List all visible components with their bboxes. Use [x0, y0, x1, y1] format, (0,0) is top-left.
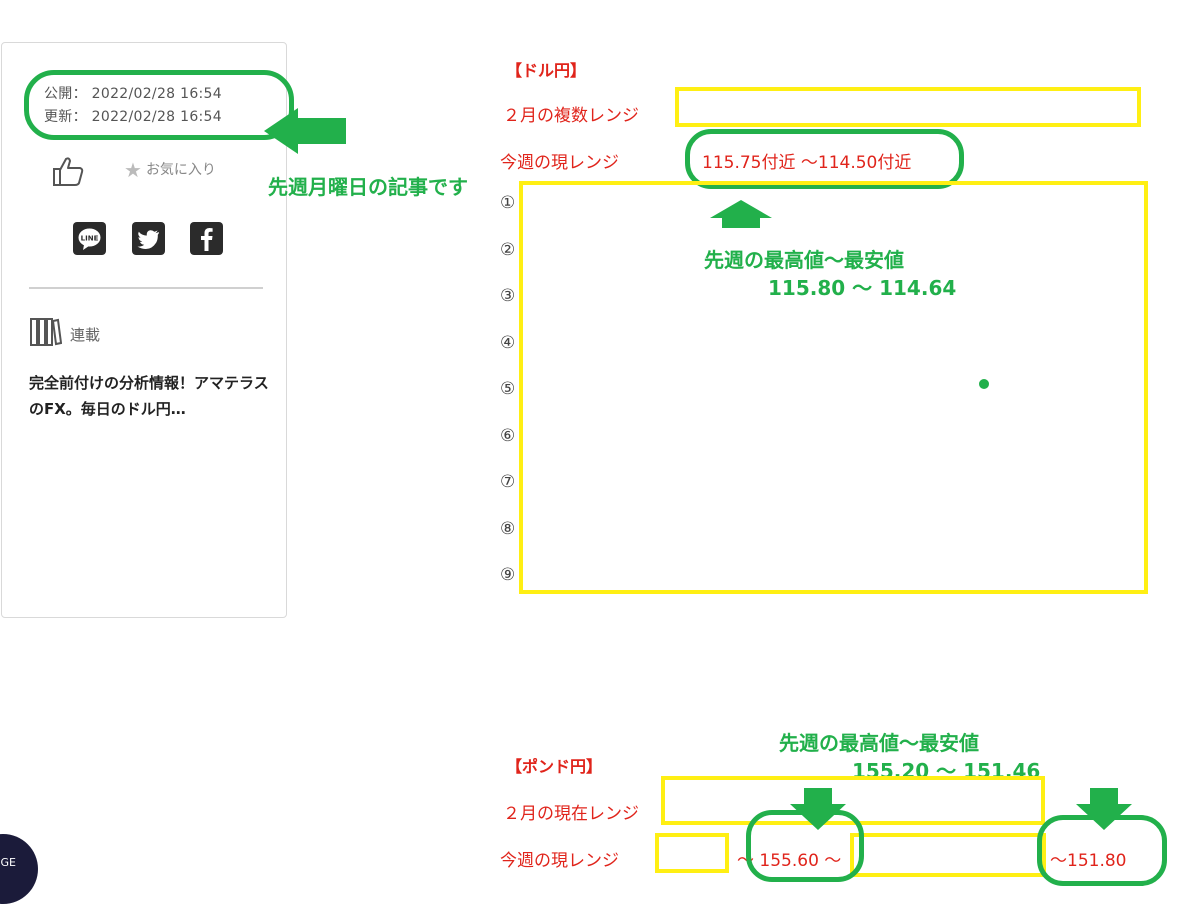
arrow-down-icon — [1076, 788, 1132, 830]
share-twitter-button[interactable] — [132, 222, 165, 255]
list-item: ⑧ — [500, 518, 516, 539]
series-label: 連載 — [70, 326, 101, 344]
divider — [29, 287, 263, 289]
like-button[interactable] — [52, 155, 86, 187]
usdjpy-week-range-ring — [685, 129, 964, 189]
gbpjpy-week-range-start-box — [655, 833, 729, 873]
page-top-button[interactable]: GE — [0, 834, 38, 904]
books-icon — [30, 318, 63, 346]
list-item: ② — [500, 239, 516, 260]
series-link[interactable] — [30, 317, 63, 347]
article-note: 先週月曜日の記事です — [268, 175, 468, 199]
list-item: ③ — [500, 286, 516, 306]
line-icon: LINE — [78, 228, 101, 250]
usdjpy-feb-range-label: ２月の複数レンジ — [503, 106, 639, 126]
usdjpy-feb-range-box — [675, 87, 1141, 127]
list-item: ⑤ — [500, 379, 516, 399]
favorite-label: お気に入り — [145, 162, 216, 178]
usdjpy-week-range-label: 今週の現レンジ — [500, 153, 619, 173]
gbpjpy-week-range-label: 今週の現レンジ — [500, 851, 619, 871]
arrow-up-icon — [710, 200, 772, 228]
list-item: ⑨ — [500, 565, 516, 585]
gbpjpy-week-range-end-box — [850, 833, 1046, 877]
gbpjpy-high-low-title: 先週の最高値〜最安値 — [779, 731, 979, 755]
list-item: ① — [500, 193, 516, 213]
usdjpy-high-low-values: 115.80 〜 114.64 — [768, 276, 957, 300]
list-item: ④ — [500, 332, 516, 353]
star-icon: ★ — [124, 158, 142, 182]
gbpjpy-feb-range-label: ２月の現在レンジ — [503, 804, 639, 824]
share-facebook-button[interactable] — [190, 222, 223, 255]
page-badge-label: GE — [0, 856, 16, 869]
gbpjpy-heading: 【ポンド円】 — [506, 757, 603, 776]
series-title[interactable]: 完全前付けの分析情報！アマテラスのFX。毎日のドル円… — [29, 370, 274, 422]
cursor-dot — [979, 379, 989, 389]
twitter-icon — [137, 230, 159, 250]
svg-text:LINE: LINE — [81, 235, 99, 243]
usdjpy-heading: 【ドル円】 — [506, 61, 587, 80]
usdjpy-analysis-box — [519, 181, 1148, 594]
share-line-button[interactable]: LINE — [73, 222, 106, 255]
usdjpy-high-low-title: 先週の最高値〜最安値 — [704, 248, 904, 272]
favorite-button[interactable]: ★ お気に入り — [124, 158, 216, 182]
list-item: ⑦ — [500, 472, 516, 492]
facebook-icon — [201, 228, 213, 251]
usdjpy-number-list: ① ② ③ ④ ⑤ ⑥ ⑦ ⑧ ⑨ — [500, 193, 515, 612]
list-item: ⑥ — [500, 425, 516, 446]
arrow-down-icon — [790, 788, 846, 830]
date-highlight-ring — [24, 70, 294, 140]
arrow-left-icon — [264, 108, 346, 154]
thumbs-up-icon — [53, 157, 84, 186]
